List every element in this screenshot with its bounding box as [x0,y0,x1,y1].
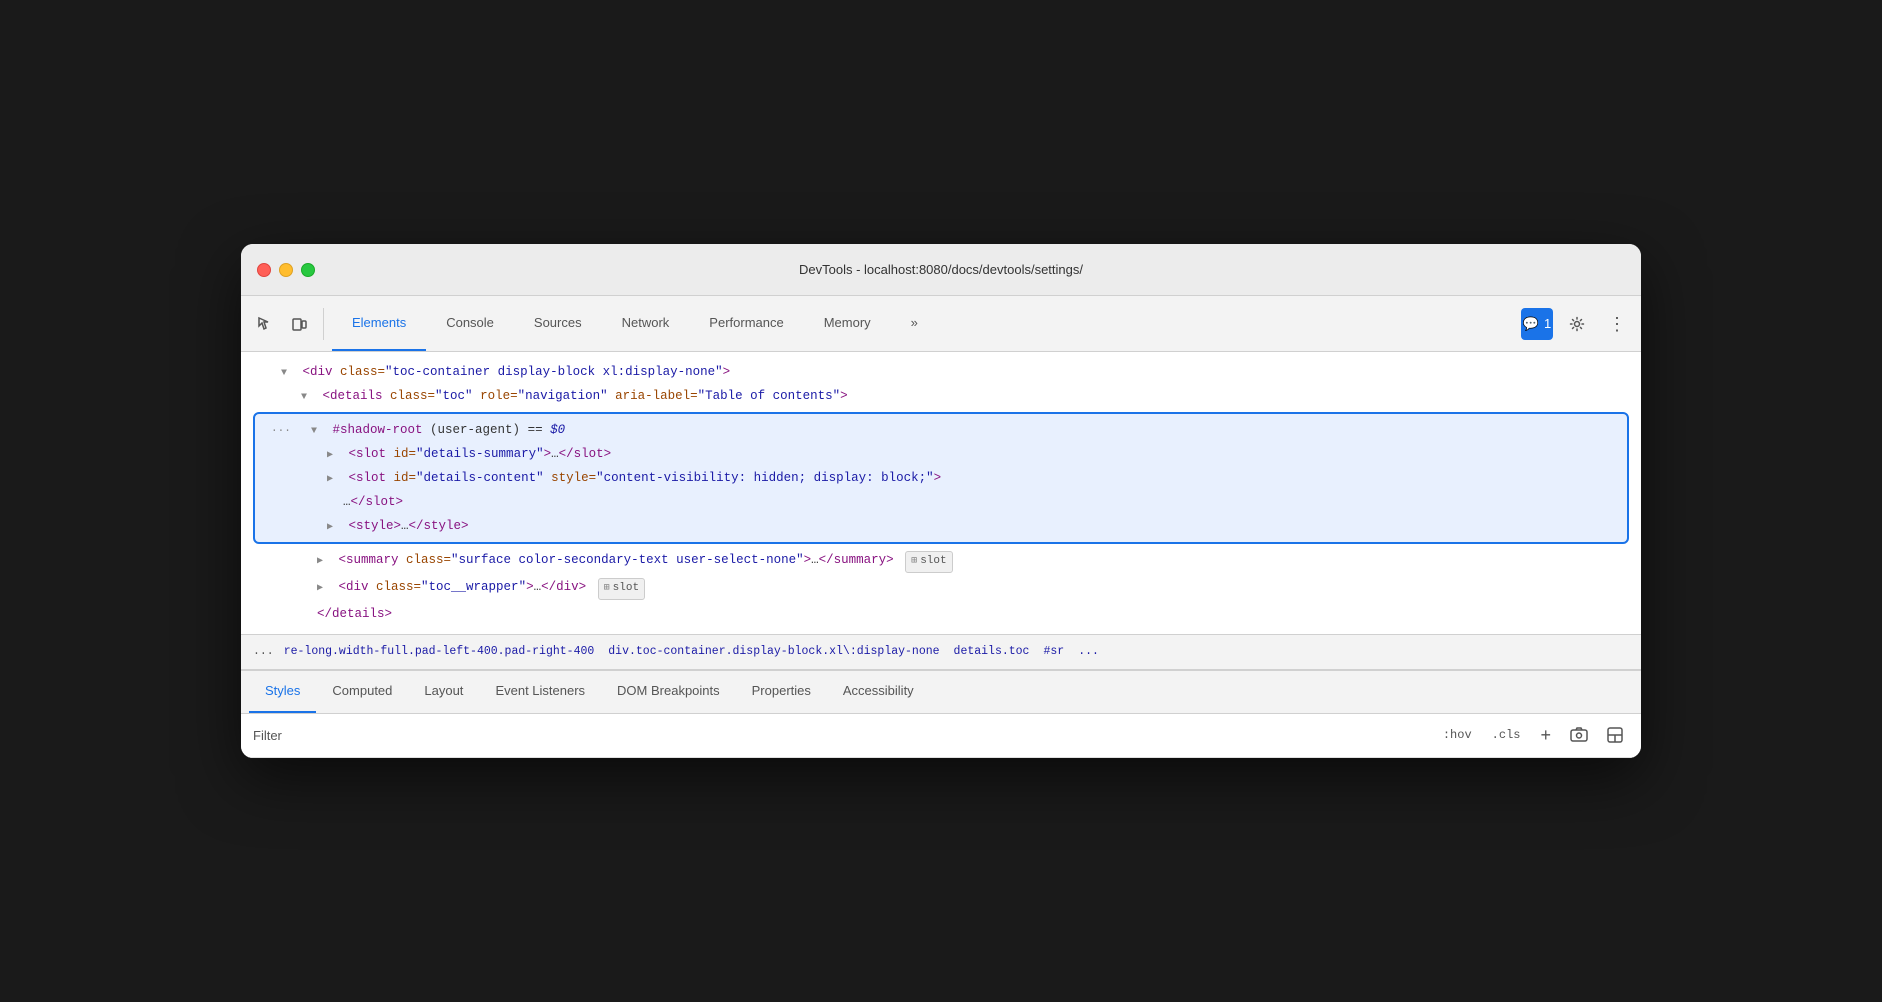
traffic-lights [257,263,315,277]
bottom-tab-properties[interactable]: Properties [736,671,827,713]
filter-label: Filter [253,728,282,743]
slot-cursor-icon: ⊞ [911,554,917,570]
bottom-tab-bar: Styles Computed Layout Event Listeners D… [241,670,1641,714]
triangle-icon [327,472,339,488]
screenshot-button[interactable] [1565,721,1593,749]
tab-performance[interactable]: Performance [689,296,803,351]
ellipsis-marker: ... [271,421,291,439]
triangle-icon [311,424,323,440]
breadcrumb-item-more[interactable]: ... [1074,643,1103,660]
breadcrumb-item-re-long[interactable]: re-long.width-full.pad-left-400.pad-righ… [280,643,599,660]
slot-badge-wrapper[interactable]: ⊞ slot [598,578,645,600]
filter-input-wrapper: Filter [253,728,1425,743]
breadcrumb-item-shadow[interactable]: #sr [1039,643,1068,660]
dom-line-slot-content[interactable]: <slot id="details-content" style="conten… [255,466,1627,490]
breadcrumb-item-details-toc[interactable]: details.toc [950,643,1034,660]
styles-actions: :hov .cls + [1437,721,1629,749]
filter-input[interactable] [290,728,1425,743]
dom-line-toc-wrapper[interactable]: <div class="toc__wrapper">…</div> ⊞ slot [241,575,1641,602]
dom-tree: <div class="toc-container display-block … [241,352,1641,634]
dom-line-details-close: </details> [241,602,1641,626]
tab-more[interactable]: » [891,296,938,351]
dom-line-slot-summary[interactable]: <slot id="details-summary">…</slot> [255,442,1627,466]
triangle-icon [327,448,339,464]
triangle-icon [317,581,329,597]
bottom-tab-event-listeners[interactable]: Event Listeners [479,671,601,713]
hov-button[interactable]: :hov [1437,725,1478,745]
triangle-icon [317,554,329,570]
toolbar-right: 💬 1 ⋮ [1521,308,1633,340]
tab-network[interactable]: Network [602,296,690,351]
slot-cursor-icon-2: ⊞ [604,581,610,597]
device-toolbar-button[interactable] [283,308,315,340]
close-button[interactable] [257,263,271,277]
styles-filter-bar: Filter :hov .cls + [241,714,1641,758]
dom-line-summary[interactable]: <summary class="surface color-secondary-… [241,548,1641,575]
tab-sources[interactable]: Sources [514,296,602,351]
bottom-tab-layout[interactable]: Layout [408,671,479,713]
slot-badge-summary[interactable]: ⊞ slot [905,551,952,573]
chat-icon: 💬 [1523,316,1539,332]
cls-button[interactable]: .cls [1486,725,1527,745]
chat-button[interactable]: 💬 1 [1521,308,1553,340]
bottom-tab-computed[interactable]: Computed [316,671,408,713]
dom-line-details-toc[interactable]: <details class="toc" role="navigation" a… [241,384,1641,408]
breadcrumb-item-div-toc[interactable]: div.toc-container.display-block.xl\:disp… [604,643,943,660]
window-title: DevTools - localhost:8080/docs/devtools/… [799,262,1083,277]
triangle-icon [281,366,293,382]
bottom-tab-styles[interactable]: Styles [249,671,316,713]
inspect-element-button[interactable] [249,308,281,340]
shadow-root-block: ... #shadow-root (user-agent) == $0 <slo… [253,412,1629,544]
dom-line-slot-content-end: …</slot> [255,490,1627,514]
breadcrumb-bar: ... re-long.width-full.pad-left-400.pad-… [241,634,1641,670]
main-tab-list: Elements Console Sources Network Perform… [332,296,938,351]
tab-console[interactable]: Console [426,296,514,351]
tab-memory[interactable]: Memory [804,296,891,351]
add-style-button[interactable]: + [1534,722,1557,749]
toolbar-icon-group [249,308,324,340]
minimize-button[interactable] [279,263,293,277]
dom-line-div-toc-container[interactable]: <div class="toc-container display-block … [241,360,1641,384]
titlebar: DevTools - localhost:8080/docs/devtools/… [241,244,1641,296]
settings-button[interactable] [1561,308,1593,340]
maximize-button[interactable] [301,263,315,277]
triangle-icon [301,390,313,406]
chat-badge-count: 1 [1544,316,1551,331]
bottom-tab-dom-breakpoints[interactable]: DOM Breakpoints [601,671,736,713]
devtools-toolbar: Elements Console Sources Network Perform… [241,296,1641,352]
devtools-window: DevTools - localhost:8080/docs/devtools/… [241,244,1641,758]
tab-elements[interactable]: Elements [332,296,426,351]
triangle-icon [327,520,339,536]
more-options-button[interactable]: ⋮ [1601,308,1633,340]
shadow-root-header-line[interactable]: ... #shadow-root (user-agent) == $0 [255,418,1627,442]
dom-line-style[interactable]: <style>…</style> [255,514,1627,538]
elements-panel: <div class="toc-container display-block … [241,352,1641,634]
panel-layout-button[interactable] [1601,721,1629,749]
bottom-tab-accessibility[interactable]: Accessibility [827,671,930,713]
breadcrumb-ellipsis: ... [253,645,274,658]
